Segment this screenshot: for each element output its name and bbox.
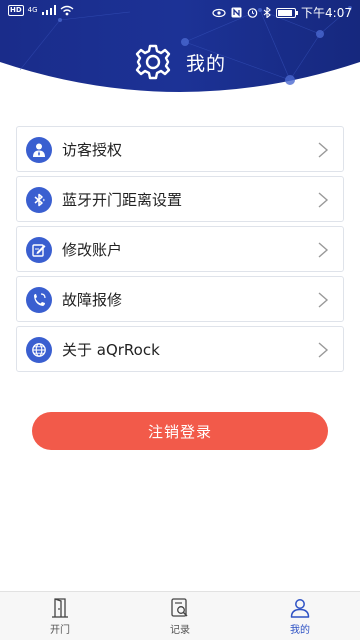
settings-menu: 访客授权 蓝牙开门距离设置 修改账户 故障报修 关于 aQrRock	[16, 126, 344, 376]
menu-item-visitor-authorization[interactable]: 访客授权	[16, 126, 344, 172]
repair-icon	[26, 287, 52, 313]
network-type: 4G	[27, 6, 38, 14]
menu-item-label: 修改账户	[62, 241, 123, 259]
status-time: 下午4:07	[301, 6, 352, 20]
tab-open-door[interactable]: 开门	[0, 592, 120, 640]
nfc-icon	[231, 7, 242, 18]
chevron-right-icon	[318, 142, 329, 158]
status-bar: HD 4G 下午4:07	[0, 0, 360, 22]
menu-item-about[interactable]: 关于 aQrRock	[16, 326, 344, 372]
page-header: 我的	[0, 42, 360, 82]
wifi-icon	[60, 5, 74, 15]
gear-icon	[135, 44, 171, 80]
hd-badge: HD	[8, 4, 24, 16]
logout-button[interactable]: 注销登录	[32, 412, 328, 450]
menu-item-label: 蓝牙开门距离设置	[62, 191, 183, 209]
page-title: 我的	[185, 52, 226, 75]
edit-icon	[26, 237, 52, 263]
header: HD 4G 下午4:07 我的	[0, 0, 360, 102]
signal-icon	[41, 5, 56, 15]
bluetooth-icon	[26, 187, 52, 213]
tab-records[interactable]: 记录	[120, 592, 240, 640]
menu-item-label: 故障报修	[62, 291, 123, 309]
screen: HD 4G 下午4:07 我的 访客授权 蓝牙开门距离设置 修改账户 故障报修 …	[0, 0, 360, 640]
chevron-right-icon	[318, 292, 329, 308]
door-icon	[52, 598, 68, 618]
chevron-right-icon	[318, 242, 329, 258]
menu-item-fault-repair[interactable]: 故障报修	[16, 276, 344, 322]
records-icon	[171, 598, 188, 617]
tab-label: 开门	[50, 625, 70, 636]
globe-icon	[26, 337, 52, 363]
menu-item-label: 关于 aQrRock	[62, 341, 160, 359]
menu-item-bluetooth-distance[interactable]: 蓝牙开门距离设置	[16, 176, 344, 222]
menu-item-label: 访客授权	[62, 141, 123, 159]
bottom-tab-bar: 开门 记录 我的	[0, 591, 360, 640]
battery-icon	[276, 7, 299, 18]
chevron-right-icon	[318, 342, 329, 358]
alarm-icon	[247, 8, 258, 18]
menu-item-edit-account[interactable]: 修改账户	[16, 226, 344, 272]
eye-icon	[212, 8, 226, 17]
chevron-right-icon	[318, 192, 329, 208]
tab-mine[interactable]: 我的	[240, 592, 360, 640]
user-icon	[290, 599, 310, 618]
tab-label: 记录	[170, 625, 190, 636]
bluetooth-status-icon	[263, 7, 271, 18]
tab-label: 我的	[290, 625, 310, 636]
visitor-icon	[26, 137, 52, 163]
